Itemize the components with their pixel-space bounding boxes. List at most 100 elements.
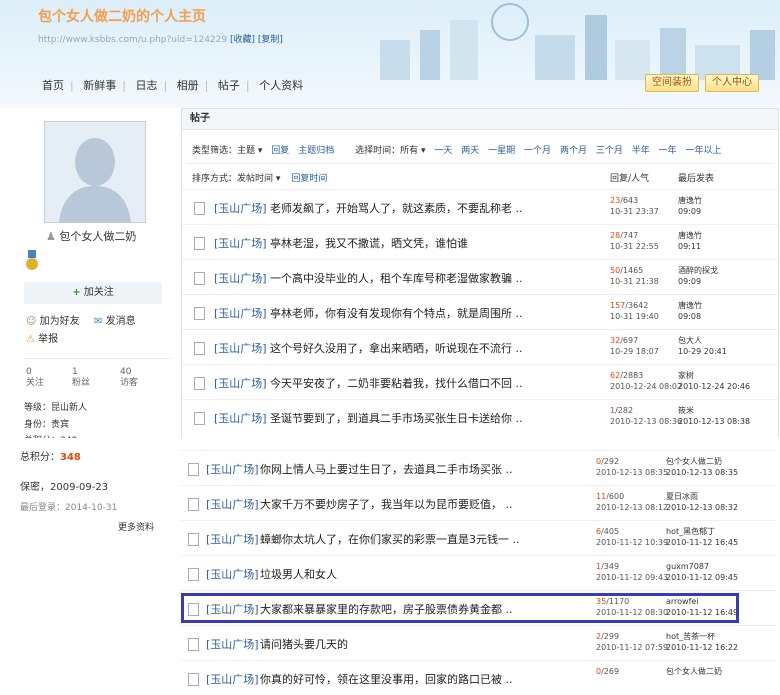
post-title-link[interactable]: 大家千万不要炒房子了，我当年以为昆币要贬值， .. [260, 496, 513, 512]
stat-fans[interactable]: 1 粉丝 [72, 367, 90, 389]
medal-icon [26, 250, 38, 270]
user-level: 等级：昆山新人 [24, 403, 88, 413]
space-decor-button[interactable]: 空间装扮 [645, 74, 699, 92]
posts-list-lower: [玉山广场] 你网上情人马上要过生日了，去道具二手市场买张 .. 0/292 2010… [180, 450, 776, 686]
forum-link[interactable]: [玉山广场] [214, 200, 267, 216]
time-1year[interactable]: 一年 [659, 146, 677, 156]
reply-view-count: 2/299 2010-11-12 07:59 [596, 632, 669, 652]
forum-link[interactable]: [玉山广场] [214, 410, 267, 426]
reply-view-count: 28/747 10-31 22:55 [610, 231, 659, 251]
post-title-link[interactable]: 你真的好可怜，领在这里没事用，回家的路口已被 .. [260, 671, 513, 687]
post-title-link[interactable]: 你网上情人马上要过生日了，去道具二手市场买张 .. [260, 461, 513, 477]
send-message-button[interactable]: ✉ 发消息 [94, 312, 136, 327]
forum-link[interactable]: [玉山广场] [206, 496, 259, 512]
nav-home[interactable]: 首页 [42, 79, 64, 92]
last-poster-link[interactable]: guxm7087 [666, 562, 709, 571]
last-post-info: 包大人 10-29 20:41 [678, 336, 727, 356]
forum-link[interactable]: [玉山广场] [206, 461, 259, 477]
time-1month[interactable]: 一个月 [524, 146, 551, 156]
forum-link[interactable]: [玉山广场] [206, 636, 259, 652]
last-poster-link[interactable]: 包大人 [678, 336, 702, 345]
post-title-link[interactable]: 这个号好久没用了，拿出来晒晒，听说现在不流行 .. [270, 340, 523, 356]
nav-album[interactable]: 相册 [177, 79, 199, 92]
forum-link[interactable]: [玉山广场] [206, 531, 259, 547]
document-icon [194, 237, 205, 250]
sort-by-reply-time[interactable]: 回复时间 [291, 174, 327, 184]
post-row: [玉山广场] 垃圾男人和女人 1/349 2010-11-12 09:43 guxm70… [180, 555, 776, 590]
highlight-box [181, 593, 739, 623]
avatar[interactable] [44, 121, 146, 223]
post-title-link[interactable]: 亭林老师，你有没有发现你有个特点，就是周围所 .. [270, 305, 523, 321]
time-filter-select[interactable]: 选择时间：所有 [355, 146, 418, 156]
filter-bar: 类型筛选：主题 ▾ 回复 主题归档 选择时间：所有 ▾ 一天 两天 一星期 一个… [192, 143, 722, 156]
stat-following[interactable]: 0 关注 [26, 367, 44, 389]
last-poster-link[interactable]: 唐逸竹 [678, 231, 702, 240]
post-title-link[interactable]: 请问猪头要几天的 [260, 636, 348, 652]
forum-link[interactable]: [玉山广场] [214, 235, 267, 251]
forum-link[interactable]: [玉山广场] [214, 270, 267, 286]
post-title-link[interactable]: 老师发飙了，开始骂人了，就这素质，不要乱称老 .. [270, 200, 523, 216]
last-poster-link[interactable]: 唐逸竹 [678, 301, 702, 310]
document-icon [194, 202, 205, 215]
document-icon [188, 463, 199, 476]
copy-link[interactable]: [复制] [258, 35, 283, 45]
last-poster-link[interactable]: 酒醉的探戈 [678, 266, 718, 275]
post-title-link[interactable]: 垃圾男人和女人 [260, 566, 337, 582]
sort-by-post-time[interactable]: 发帖时间 [237, 174, 273, 184]
stat-visitors[interactable]: 40 访客 [120, 367, 138, 389]
nav-posts[interactable]: 帖子 [218, 79, 240, 92]
last-poster-link[interactable]: 夏日冰雨 [666, 492, 698, 501]
last-login: 最后登录：2014-10-31 [20, 503, 118, 513]
time-2month[interactable]: 两个月 [560, 146, 587, 156]
follow-button[interactable]: + 加关注 [24, 282, 162, 304]
time-over1year[interactable]: 一年以上 [686, 146, 722, 156]
time-1week[interactable]: 一星期 [488, 146, 515, 156]
last-poster-link[interactable]: 包个女人做二奶 [666, 457, 722, 466]
posts-section-title: 帖子 [182, 109, 778, 130]
post-row: [玉山广场] 蟑螂你太坑人了，在你们家买的彩票一直是3元钱一 .. 6/405 201… [180, 520, 776, 555]
time-2day[interactable]: 两天 [461, 146, 479, 156]
personal-center-button[interactable]: 个人中心 [705, 74, 759, 92]
site-url: http://www.ksbbs.com/u.php?uid=124229 [收… [38, 32, 283, 45]
add-friend-button[interactable]: ☺ 加为好友 [26, 312, 80, 327]
forum-link[interactable]: [玉山广场] [214, 305, 267, 321]
forum-link[interactable]: [玉山广场] [206, 566, 259, 582]
reply-view-count: 11/600 2010-12-13 08:12 [596, 492, 669, 512]
nav-profile[interactable]: 个人资料 [259, 79, 303, 92]
post-title-link[interactable]: 亭林老湿，我又不撒谎，晒文凭，谁怕谁 [270, 235, 468, 251]
last-poster-link[interactable]: 包个女人做二奶 [666, 667, 722, 676]
post-row: [玉山广场] 大家千万不要炒房子了，我当年以为昆币要贬值， .. 11/600 201… [180, 485, 776, 520]
forum-link[interactable]: [玉山广场] [206, 671, 259, 687]
report-button[interactable]: ⚠ 举报 [26, 330, 58, 345]
post-title-link[interactable]: 蟑螂你太坑人了，在你们家买的彩票一直是3元钱一 .. [260, 531, 520, 547]
forum-link[interactable]: [玉山广场] [214, 375, 267, 391]
post-title-link[interactable]: 圣诞节要到了，到道具二手市场买张生日卡送给你 .. [270, 410, 523, 426]
reply-view-count: 0/292 2010-12-13 08:35 [596, 457, 669, 477]
post-row: [玉山广场] 亭林老湿，我又不撒谎，晒文凭，谁怕谁 28/747 10-31 22:5… [182, 224, 778, 259]
last-poster-link[interactable]: hot_苦茶一杯 [666, 632, 715, 641]
forum-link[interactable]: [玉山广场] [214, 340, 267, 356]
more-info-link[interactable]: 更多资料 [118, 520, 154, 533]
type-filter-select[interactable]: 类型筛选：主题 [192, 146, 255, 156]
post-title-link[interactable]: 一个高中没毕业的人，租个车库号称老湿做家教骗 .. [270, 270, 523, 286]
bookmark-link[interactable]: [收藏] [230, 35, 255, 45]
time-1day[interactable]: 一天 [434, 146, 452, 156]
document-icon [188, 498, 199, 511]
col-last-post-header: 最后发表 [678, 174, 715, 184]
last-poster-link[interactable]: 筱米 [678, 406, 694, 415]
last-post-info: 包个女人做二奶 [666, 666, 722, 677]
reply-view-count: 157/3642 10-31 19:40 [610, 301, 659, 321]
last-poster-link[interactable]: hot_黑色郁丁 [666, 527, 715, 536]
post-row: [玉山广场] 你真的好可怜，领在这里没事用，回家的路口已被 .. 0/269 包个女人… [180, 660, 776, 695]
last-poster-link[interactable]: 家树 [678, 371, 694, 380]
filter-reply[interactable]: 回复 [271, 146, 289, 156]
last-post-info: guxm7087 2010-11-12 09:45 [666, 562, 739, 582]
post-title-link[interactable]: 今天平安夜了，二奶非要粘着我，找什么借口不回 .. [270, 375, 523, 391]
time-3month[interactable]: 三个月 [596, 146, 623, 156]
nav-diary[interactable]: 日志 [135, 79, 157, 92]
time-halfyear[interactable]: 半年 [632, 146, 650, 156]
nav-news[interactable]: 新鲜事 [83, 79, 116, 92]
chevron-down-icon: ▾ [275, 174, 281, 184]
last-poster-link[interactable]: 唐逸竹 [678, 196, 702, 205]
filter-archive[interactable]: 主题归档 [298, 146, 334, 156]
